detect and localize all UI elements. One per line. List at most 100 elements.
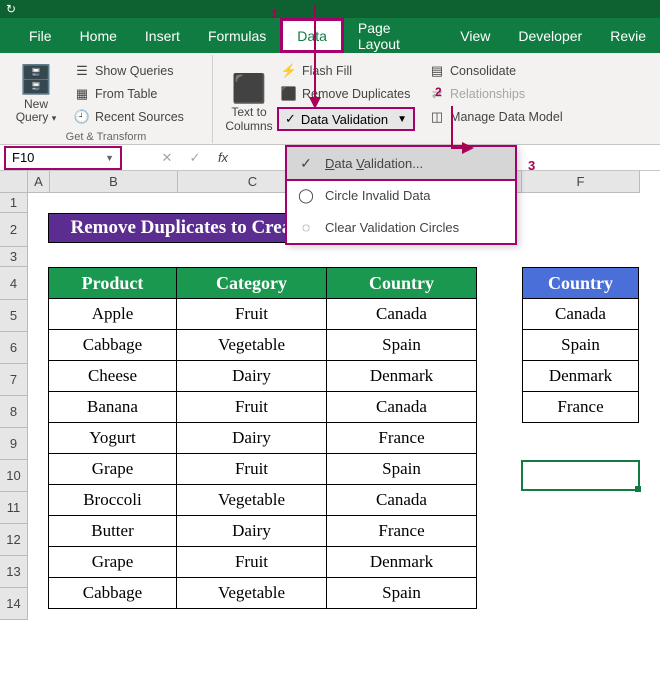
cell[interactable]: France <box>523 392 639 423</box>
row-header[interactable]: 2 <box>0 213 28 247</box>
consolidate-label: Consolidate <box>450 64 516 78</box>
cell[interactable]: Apple <box>49 299 177 330</box>
cell[interactable]: Cabbage <box>49 330 177 361</box>
col-header-a[interactable]: A <box>28 171 50 193</box>
data-model-icon: ◫ <box>429 109 445 125</box>
dd-circle-label: Circle Invalid Data <box>325 188 431 203</box>
new-query-button[interactable]: 🗄️ NewQuery ▾ <box>8 57 64 127</box>
cell[interactable]: Broccoli <box>49 485 177 516</box>
cell[interactable]: Dairy <box>177 516 327 547</box>
cell[interactable]: Fruit <box>177 299 327 330</box>
row-header[interactable]: 13 <box>0 556 28 588</box>
cell[interactable]: Butter <box>49 516 177 547</box>
dd-circle-invalid[interactable]: ◯ Circle Invalid Data <box>287 179 515 211</box>
cell[interactable]: France <box>327 423 477 454</box>
show-queries-label: Show Queries <box>95 64 174 78</box>
ribbon: 🗄️ NewQuery ▾ ☰Show Queries ▦From Table … <box>0 53 660 145</box>
row-header[interactable]: 5 <box>0 300 28 332</box>
row-header[interactable]: 12 <box>0 524 28 556</box>
col-header-b[interactable]: B <box>50 171 178 193</box>
selected-cell[interactable] <box>521 460 640 491</box>
from-table-button[interactable]: ▦ From Table <box>70 84 188 104</box>
select-all-corner[interactable] <box>0 171 28 193</box>
tab-home[interactable]: Home <box>66 18 131 53</box>
recent-sources-label: Recent Sources <box>95 110 184 124</box>
chevron-down-icon: ▼ <box>397 114 407 125</box>
row-header[interactable]: 6 <box>0 332 28 364</box>
cell[interactable]: Canada <box>327 485 477 516</box>
country-table: Country Canada Spain Denmark France <box>522 267 639 423</box>
cell[interactable]: France <box>327 516 477 547</box>
header-country: Country <box>327 268 477 299</box>
consolidate-icon: ▤ <box>429 63 445 79</box>
row-headers: 1 2 3 4 5 6 7 8 9 10 11 12 13 14 <box>0 193 28 620</box>
row-header[interactable]: 10 <box>0 460 28 492</box>
fx-button[interactable]: fx <box>210 147 236 169</box>
recent-sources-button[interactable]: 🕘 Recent Sources <box>70 107 188 127</box>
cell[interactable]: Grape <box>49 454 177 485</box>
tab-file[interactable]: File <box>15 18 66 53</box>
tab-review[interactable]: Revie <box>596 18 660 53</box>
remove-duplicates-button[interactable]: ⬛Remove Duplicates <box>277 84 415 104</box>
cell[interactable]: Canada <box>327 299 477 330</box>
cell[interactable]: Dairy <box>177 423 327 454</box>
cell[interactable]: Yogurt <box>49 423 177 454</box>
validation-icon: ✓ <box>285 111 296 127</box>
cell[interactable]: Fruit <box>177 547 327 578</box>
cell[interactable]: Spain <box>327 454 477 485</box>
data-validation-button[interactable]: ✓ Data Validation ▼ <box>277 107 415 131</box>
cell[interactable]: Grape <box>49 547 177 578</box>
row-header[interactable]: 14 <box>0 588 28 620</box>
row-header[interactable]: 4 <box>0 267 28 300</box>
fill-handle[interactable] <box>635 486 641 492</box>
from-table-label: From Table <box>95 87 157 101</box>
text-to-columns-button[interactable]: ⬛ Text toColumns <box>221 57 277 144</box>
cell[interactable]: Vegetable <box>177 330 327 361</box>
cell[interactable]: Denmark <box>327 361 477 392</box>
cell[interactable]: Canada <box>327 392 477 423</box>
row-header[interactable]: 11 <box>0 492 28 524</box>
row-header[interactable]: 3 <box>0 247 28 267</box>
enter-formula-button: ✓ <box>182 147 208 169</box>
tab-developer[interactable]: Developer <box>504 18 596 53</box>
header-product: Product <box>49 268 177 299</box>
circle-icon: ◯ <box>297 186 315 204</box>
cell[interactable]: Dairy <box>177 361 327 392</box>
row-header[interactable]: 1 <box>0 193 28 213</box>
cancel-formula-button: ✕ <box>154 147 180 169</box>
show-queries-button[interactable]: ☰ Show Queries <box>70 61 188 81</box>
main-table: Product Category Country AppleFruitCanad… <box>48 267 477 609</box>
recent-icon: 🕘 <box>74 109 90 125</box>
cell[interactable]: Vegetable <box>177 485 327 516</box>
tab-insert[interactable]: Insert <box>131 18 194 53</box>
col-header-f[interactable]: F <box>522 171 640 193</box>
cell[interactable]: Cabbage <box>49 578 177 609</box>
cell[interactable]: Spain <box>523 330 639 361</box>
cell[interactable]: Denmark <box>523 361 639 392</box>
get-transform-label: Get & Transform <box>0 131 212 143</box>
queries-icon: ☰ <box>74 63 90 79</box>
cell[interactable]: Canada <box>523 299 639 330</box>
name-box[interactable]: F10 ▼ <box>4 146 122 170</box>
cell[interactable]: Vegetable <box>177 578 327 609</box>
cell[interactable]: Fruit <box>177 454 327 485</box>
tab-pagelayout[interactable]: Page Layout <box>344 18 446 53</box>
flash-fill-button[interactable]: ⚡Flash Fill <box>277 61 415 81</box>
dd-data-validation[interactable]: ✓Data Validation... <box>285 145 517 181</box>
dd-clear-circles[interactable]: ◌Clear Validation Circles <box>287 211 515 243</box>
cell[interactable]: Cheese <box>49 361 177 392</box>
annotation-2: 2 <box>435 85 442 99</box>
data-validation-dropdown: ✓Data Validation... ◯ Circle Invalid Data… <box>285 145 517 245</box>
consolidate-button[interactable]: ▤ Consolidate <box>425 61 567 81</box>
cell[interactable]: Spain <box>327 330 477 361</box>
row-header[interactable]: 8 <box>0 396 28 428</box>
cell[interactable]: Fruit <box>177 392 327 423</box>
cell[interactable]: Banana <box>49 392 177 423</box>
cell[interactable]: Spain <box>327 578 477 609</box>
tab-formulas[interactable]: Formulas <box>194 18 280 53</box>
row-header[interactable]: 9 <box>0 428 28 460</box>
cell[interactable]: Denmark <box>327 547 477 578</box>
tab-view[interactable]: View <box>446 18 504 53</box>
table-icon: ▦ <box>74 86 90 102</box>
row-header[interactable]: 7 <box>0 364 28 396</box>
